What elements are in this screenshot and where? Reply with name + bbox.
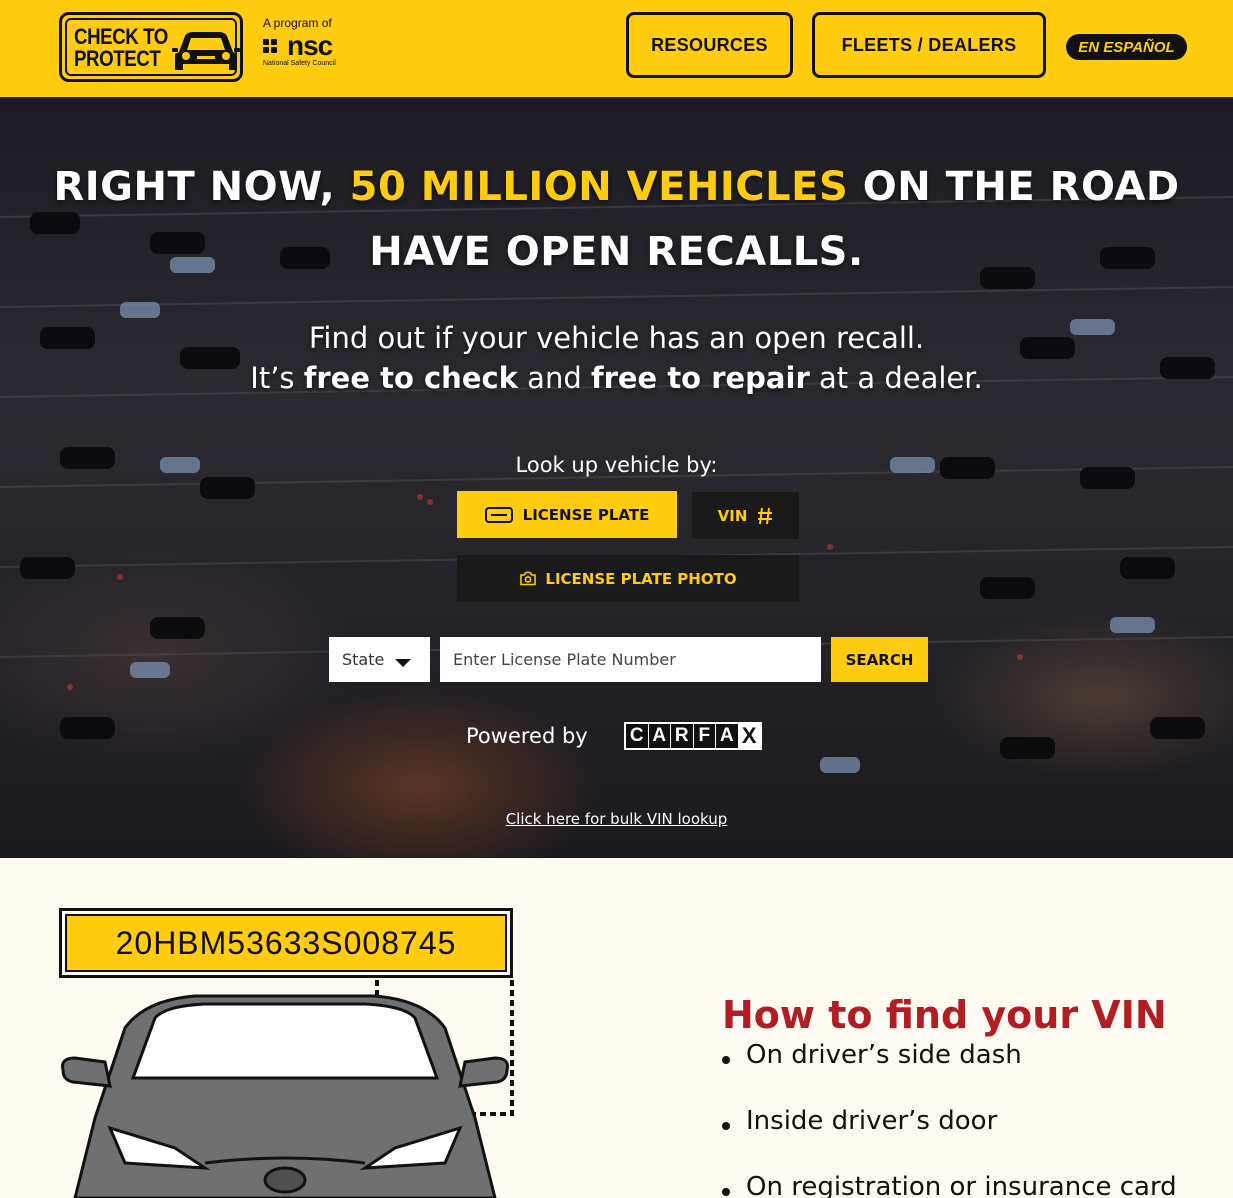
check-to-protect-logo[interactable]: CHECK TO PROTECT: [59, 12, 243, 82]
car-icon: [172, 32, 240, 70]
bulk-vin-lookup-link[interactable]: Click here for bulk VIN lookup: [0, 810, 1233, 828]
camera-icon: [520, 571, 537, 586]
hash-icon: [758, 507, 773, 524]
site-header: CHECK TO PROTECT A program of nsc Nation…: [0, 0, 1233, 97]
lookup-label: Look up vehicle by:: [515, 453, 718, 477]
car-front-illustration: [61, 980, 514, 1198]
list-item: Inside driver’s door: [722, 1106, 1177, 1172]
nsc-wordmark: nsc: [287, 30, 333, 61]
tab-vin[interactable]: VIN: [692, 492, 799, 539]
hero-section: RIGHT NOW, 50 MILLION VEHICLES ON THE RO…: [0, 97, 1233, 858]
nsc-logo[interactable]: nsc National Safety Council: [263, 30, 347, 70]
vin-location-list: On driver’s side dash Inside driver’s do…: [722, 1040, 1177, 1198]
espanol-language-toggle[interactable]: EN ESPAÑOL: [1066, 34, 1187, 60]
search-button[interactable]: SEARCH: [831, 637, 928, 682]
tab-license-plate-photo[interactable]: LICENSE PLATE PHOTO: [457, 555, 799, 602]
license-plate-input[interactable]: [440, 637, 821, 682]
hero-headline: RIGHT NOW, 50 MILLION VEHICLES ON THE RO…: [53, 164, 1180, 275]
logo-wordmark: CHECK TO PROTECT: [74, 24, 168, 71]
powered-by-label: Powered by: [466, 724, 588, 748]
how-to-find-vin-title: How to find your VIN: [722, 993, 1167, 1037]
nsc-dots-icon: [263, 39, 283, 59]
fleets-dealers-button[interactable]: FLEETS / DEALERS: [812, 12, 1046, 78]
chevron-down-icon: [395, 659, 411, 667]
vin-example-text: 20HBM53633S008745: [65, 914, 507, 972]
nsc-fullname: National Safety Council: [263, 60, 336, 67]
resources-button[interactable]: RESOURCES: [626, 12, 793, 78]
list-item: On registration or insurance card: [722, 1172, 1177, 1198]
vin-example-plate: 20HBM53633S008745: [59, 908, 513, 978]
tab-license-plate[interactable]: LICENSE PLATE: [457, 491, 677, 538]
program-label: A program of: [263, 16, 332, 30]
headline-highlight: 50 MILLION VEHICLES: [349, 164, 849, 210]
state-select[interactable]: State: [329, 637, 430, 682]
carfax-logo: C A R F A X: [624, 722, 762, 750]
license-plate-icon: [484, 506, 513, 523]
hero-subheading: Find out if your vehicle has an open rec…: [250, 321, 983, 395]
list-item: On driver’s side dash: [722, 1040, 1177, 1106]
